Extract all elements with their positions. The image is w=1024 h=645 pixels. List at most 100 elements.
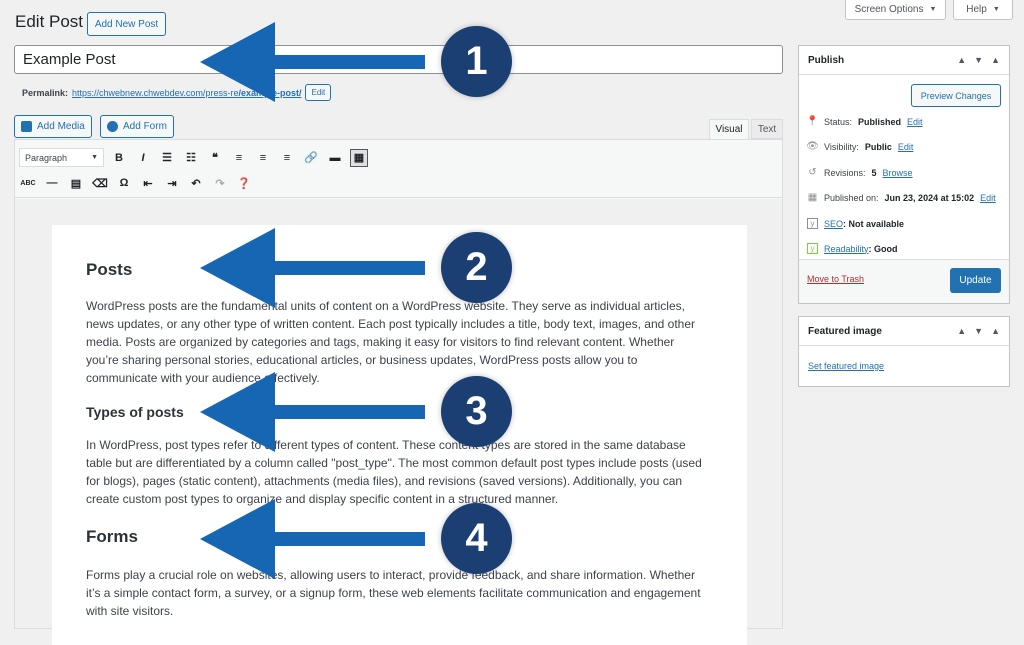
help-button[interactable]: Help ▼ bbox=[953, 0, 1013, 20]
align-left-icon[interactable]: ≡ bbox=[230, 149, 248, 167]
annotation-number-3: 3 bbox=[441, 376, 512, 447]
revisions-value: 5 bbox=[871, 167, 877, 178]
visibility-row: 👁 Visibility: Public Edit bbox=[806, 141, 914, 152]
eye-icon: 👁 bbox=[806, 141, 819, 152]
readability-link[interactable]: Readability bbox=[824, 244, 869, 254]
read-more-icon[interactable]: ▬ bbox=[326, 149, 344, 167]
form-icon bbox=[107, 121, 118, 132]
toggle-arrow-icon[interactable]: ▲ bbox=[991, 326, 1000, 336]
page-title: Edit Post bbox=[15, 12, 84, 31]
line: table but are differentiated by a column… bbox=[86, 456, 702, 470]
add-new-post-button[interactable]: Add New Post bbox=[87, 12, 166, 36]
paste-text-icon[interactable]: ▤ bbox=[67, 174, 85, 192]
seo-value: : Not available bbox=[843, 218, 905, 229]
heading-forms: Forms bbox=[86, 527, 138, 546]
paragraph-select-value: Paragraph bbox=[25, 152, 68, 163]
help-label: Help bbox=[966, 4, 987, 15]
status-row: 📍 Status: Published Edit bbox=[806, 116, 923, 127]
help-icon[interactable]: ❓ bbox=[235, 174, 253, 192]
published-on-row: ▦ Published on: Jun 23, 2024 at 15:02 Ed… bbox=[807, 192, 996, 203]
add-form-button[interactable]: Add Form bbox=[100, 115, 174, 138]
tab-visual[interactable]: Visual bbox=[709, 119, 749, 139]
special-character-icon[interactable]: Ω bbox=[115, 174, 133, 192]
revisions-label: Revisions: bbox=[824, 167, 866, 178]
line: for blogs), pages (static content), atta… bbox=[86, 474, 683, 488]
strikethrough-icon[interactable]: ABC bbox=[19, 174, 37, 192]
box-controls: ▲ ▼ ▲ bbox=[957, 55, 1000, 65]
featured-image-box: Featured image ▲ ▼ ▲ Set featured image bbox=[798, 316, 1010, 387]
set-featured-image-link[interactable]: Set featured image bbox=[808, 361, 884, 371]
featured-image-title: Featured image bbox=[808, 325, 882, 337]
published-value: Jun 23, 2024 at 15:02 bbox=[884, 192, 975, 203]
visibility-value: Public bbox=[864, 141, 892, 152]
paragraph-select[interactable]: Paragraph ▼ bbox=[19, 148, 104, 167]
status-label: Status: bbox=[824, 116, 853, 127]
toolbar-row-1: Paragraph ▼ B I ☰ ☷ ❝ ≡ ≡ ≡ 🔗 ▬ ▦ bbox=[19, 148, 368, 167]
annotation-arrow-1 bbox=[200, 22, 425, 102]
chevron-up-icon[interactable]: ▲ bbox=[957, 55, 966, 65]
caret-down-icon: ▼ bbox=[992, 6, 1000, 13]
blockquote-icon[interactable]: ❝ bbox=[206, 149, 224, 167]
published-edit-link[interactable]: Edit bbox=[980, 193, 996, 203]
annotation-arrow-3 bbox=[200, 372, 425, 452]
annotation-arrow-2 bbox=[200, 228, 425, 308]
caret-down-icon: ▼ bbox=[91, 154, 98, 161]
line: it’s a simple contact form, a survey, or… bbox=[86, 586, 701, 600]
add-media-label: Add Media bbox=[37, 121, 85, 132]
line: you’re sharing personal stories, educati… bbox=[86, 353, 638, 367]
pin-icon: 📍 bbox=[806, 116, 819, 127]
visibility-edit-link[interactable]: Edit bbox=[898, 142, 914, 152]
publish-actions: Move to Trash Update bbox=[799, 259, 1009, 303]
seo-link[interactable]: SEO bbox=[824, 219, 843, 229]
link-icon[interactable]: 🔗 bbox=[302, 149, 320, 167]
chevron-down-icon[interactable]: ▼ bbox=[974, 326, 983, 336]
chevron-down-icon[interactable]: ▼ bbox=[974, 55, 983, 65]
align-center-icon[interactable]: ≡ bbox=[254, 149, 272, 167]
heading-posts: Posts bbox=[86, 260, 133, 279]
line: with site visitors. bbox=[86, 604, 174, 618]
permalink-label: Permalink: bbox=[22, 87, 69, 98]
featured-image-header: Featured image ▲ ▼ ▲ bbox=[799, 317, 1009, 346]
screen-options-label: Screen Options bbox=[854, 4, 924, 15]
preview-changes-button[interactable]: Preview Changes bbox=[911, 84, 1001, 107]
status-edit-link[interactable]: Edit bbox=[907, 117, 923, 127]
revisions-browse-link[interactable]: Browse bbox=[883, 168, 913, 178]
redo-icon[interactable]: ↷ bbox=[211, 174, 229, 192]
caret-down-icon: ▼ bbox=[929, 6, 937, 13]
annotation-number-4: 4 bbox=[441, 503, 512, 574]
toolbar-toggle-icon[interactable]: ▦ bbox=[350, 148, 368, 167]
visibility-label: Visibility: bbox=[824, 141, 859, 152]
horizontal-line-icon[interactable]: — bbox=[43, 174, 61, 192]
move-to-trash-link[interactable]: Move to Trash bbox=[807, 274, 864, 284]
align-right-icon[interactable]: ≡ bbox=[278, 149, 296, 167]
chevron-up-icon[interactable]: ▲ bbox=[957, 326, 966, 336]
status-value: Published bbox=[858, 116, 902, 127]
yoast-readability-icon: y bbox=[807, 243, 818, 254]
box-controls: ▲ ▼ ▲ bbox=[957, 326, 1000, 336]
italic-icon[interactable]: I bbox=[134, 149, 152, 167]
yoast-icon: y bbox=[807, 218, 818, 229]
indent-icon[interactable]: ⇥ bbox=[163, 174, 181, 192]
add-media-button[interactable]: Add Media bbox=[14, 115, 92, 138]
toggle-arrow-icon[interactable]: ▲ bbox=[991, 55, 1000, 65]
screen-options-button[interactable]: Screen Options ▼ bbox=[845, 0, 946, 20]
add-form-label: Add Form bbox=[123, 121, 167, 132]
publish-title: Publish bbox=[808, 54, 845, 66]
annotation-number-2: 2 bbox=[441, 232, 512, 303]
tab-text[interactable]: Text bbox=[751, 119, 783, 139]
annotation-number-1: 1 bbox=[441, 26, 512, 97]
line: news updates, or any other type of writt… bbox=[86, 317, 696, 331]
revisions-row: ↺ Revisions: 5 Browse bbox=[807, 167, 913, 178]
update-button[interactable]: Update bbox=[950, 268, 1001, 293]
undo-icon[interactable]: ↶ bbox=[187, 174, 205, 192]
clear-formatting-icon[interactable]: ⌫ bbox=[91, 174, 109, 192]
annotation-arrow-4 bbox=[200, 499, 425, 579]
editor-toolbar: Paragraph ▼ B I ☰ ☷ ❝ ≡ ≡ ≡ 🔗 ▬ ▦ ABC — … bbox=[15, 140, 782, 198]
seo-row: y SEO: Not available bbox=[807, 218, 904, 229]
bullet-list-icon[interactable]: ☰ bbox=[158, 149, 176, 167]
media-icon bbox=[21, 121, 32, 132]
numbered-list-icon[interactable]: ☷ bbox=[182, 149, 200, 167]
bold-icon[interactable]: B bbox=[110, 149, 128, 167]
heading-types-of-posts: Types of posts bbox=[86, 404, 184, 420]
outdent-icon[interactable]: ⇤ bbox=[139, 174, 157, 192]
